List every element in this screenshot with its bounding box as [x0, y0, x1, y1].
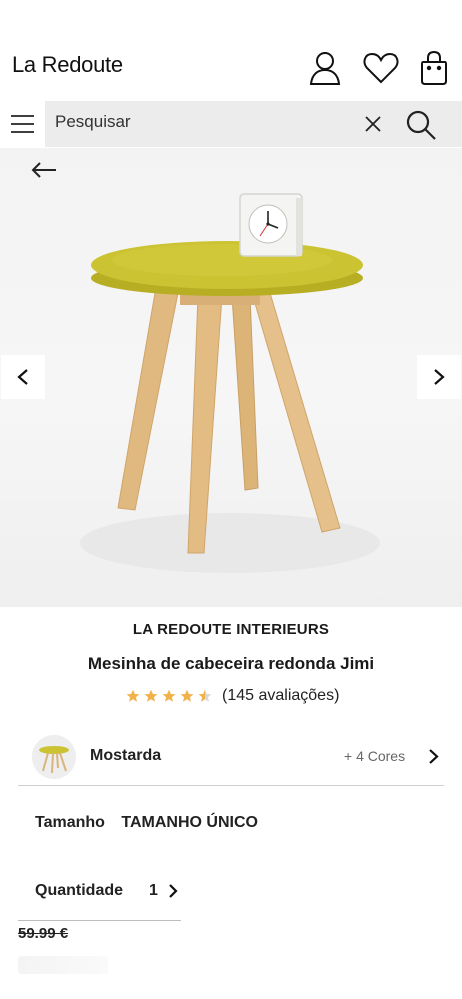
star-icon	[180, 689, 194, 702]
star-icon	[144, 689, 158, 702]
product-title: Mesinha de cabeceira redonda Jimi	[87, 654, 375, 673]
chevron-left-icon	[17, 369, 28, 385]
quantity-value: 1	[149, 882, 158, 899]
size-label: Tamanho	[35, 814, 105, 831]
current-price-placeholder	[18, 956, 108, 974]
quantity-selector[interactable]: Quantidade 1	[35, 880, 178, 902]
gallery-prev-button[interactable]	[1, 355, 45, 399]
menu-button[interactable]	[0, 101, 45, 147]
chevron-right-icon	[429, 749, 439, 764]
close-icon[interactable]	[363, 114, 383, 134]
logo[interactable]: La Redoute	[12, 52, 123, 78]
star-icon	[126, 689, 140, 702]
product-photo	[80, 193, 380, 573]
product-rating[interactable]: (145 avaliações)	[126, 686, 339, 706]
shopping-bag-icon[interactable]	[420, 50, 448, 86]
divider	[18, 920, 181, 921]
product-image-gallery[interactable]	[0, 148, 462, 607]
color-selector[interactable]: Mostarda + 4 Cores	[18, 728, 444, 786]
product-brand[interactable]: LA REDOUTE INTERIEURS	[0, 621, 462, 638]
gallery-next-button[interactable]	[417, 355, 461, 399]
star-icon	[162, 689, 176, 702]
color-swatch-thumbnail	[32, 735, 76, 779]
wishlist-heart-icon[interactable]	[362, 50, 400, 86]
search-icon[interactable]	[405, 109, 437, 141]
review-count: (145 avaliações)	[222, 687, 340, 704]
star-icon	[198, 689, 212, 702]
back-arrow-icon[interactable]	[30, 160, 58, 180]
selected-color-name: Mostarda	[90, 747, 162, 764]
quantity-label: Quantidade	[35, 882, 124, 899]
old-price: 59.99 €	[18, 925, 69, 942]
search-bar: Pesquisar	[0, 101, 462, 147]
menu-icon	[11, 115, 34, 133]
search-input[interactable]: Pesquisar	[55, 112, 131, 132]
size-selector[interactable]: Tamanho TAMANHO ÚNICO	[35, 814, 258, 832]
chevron-right-icon	[434, 369, 445, 385]
chevron-right-icon	[169, 884, 178, 898]
size-value: TAMANHO ÚNICO	[121, 814, 258, 831]
rating-stars	[126, 689, 216, 703]
account-icon[interactable]	[308, 50, 342, 86]
app-header: La Redoute	[0, 0, 462, 100]
more-colors-label: + 4 Cores	[344, 748, 406, 764]
